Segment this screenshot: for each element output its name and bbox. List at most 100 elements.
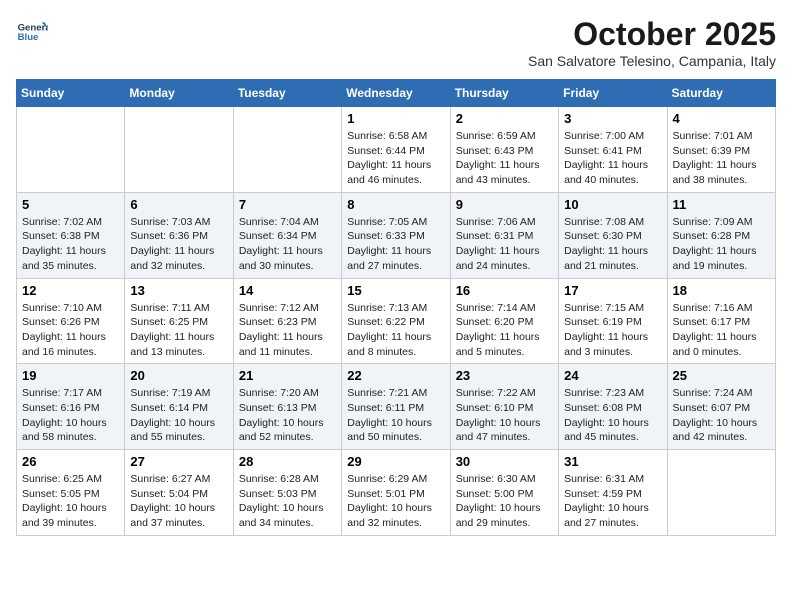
day-number: 11 <box>673 197 770 212</box>
day-cell: 30 Sunrise: 6:30 AM Sunset: 5:00 PM Dayli… <box>450 450 558 536</box>
day-number: 22 <box>347 368 444 383</box>
day-info: Sunrise: 7:21 AM Sunset: 6:11 PM Dayligh… <box>347 386 444 445</box>
day-info: Sunrise: 6:27 AM Sunset: 5:04 PM Dayligh… <box>130 472 227 531</box>
day-cell: 20Sunrise: 7:19 AM Sunset: 6:14 PM Dayli… <box>125 364 233 450</box>
col-header-tuesday: Tuesday <box>233 80 341 107</box>
day-info: Sunrise: 6:30 AM Sunset: 5:00 PM Dayligh… <box>456 472 553 531</box>
title-area: October 2025 San Salvatore Telesino, Cam… <box>528 16 776 69</box>
day-number: 3 <box>564 111 661 126</box>
day-cell: 16 Sunrise: 7:14 AM Sunset: 6:20 PM Dayli… <box>450 278 558 364</box>
day-number: 17 <box>564 283 661 298</box>
location-subtitle: San Salvatore Telesino, Campania, Italy <box>528 53 776 69</box>
day-number: 2 <box>456 111 553 126</box>
day-number: 31 <box>564 454 661 469</box>
month-title: October 2025 <box>528 16 776 53</box>
day-number: 10 <box>564 197 661 212</box>
day-cell: 22 Sunrise: 7:21 AM Sunset: 6:11 PM Dayli… <box>342 364 450 450</box>
day-number: 19 <box>22 368 119 383</box>
day-cell: 2 Sunrise: 6:59 AM Sunset: 6:43 PM Daylig… <box>450 107 558 193</box>
day-info: Sunrise: 7:12 AM Sunset: 6:23 PM Dayligh… <box>239 301 336 360</box>
day-cell <box>667 450 775 536</box>
day-cell: 15 Sunrise: 7:13 AM Sunset: 6:22 PM Dayli… <box>342 278 450 364</box>
day-cell: 8Sunrise: 7:05 AM Sunset: 6:33 PM Daylig… <box>342 192 450 278</box>
day-info: Sunrise: 7:01 AM Sunset: 6:39 PM Dayligh… <box>673 129 770 188</box>
col-header-friday: Friday <box>559 80 667 107</box>
day-number: 21 <box>239 368 336 383</box>
day-cell <box>125 107 233 193</box>
day-info: Sunrise: 6:25 AM Sunset: 5:05 PM Dayligh… <box>22 472 119 531</box>
logo: General Blue <box>16 16 48 48</box>
day-number: 9 <box>456 197 553 212</box>
day-info: Sunrise: 7:24 AM Sunset: 6:07 PM Dayligh… <box>673 386 770 445</box>
day-cell: 1 Sunrise: 6:58 AM Sunset: 6:44 PM Daylig… <box>342 107 450 193</box>
day-cell: 31Sunrise: 6:31 AM Sunset: 4:59 PM Dayli… <box>559 450 667 536</box>
day-cell: 11 Sunrise: 7:09 AM Sunset: 6:28 PM Dayli… <box>667 192 775 278</box>
day-number: 24 <box>564 368 661 383</box>
day-cell: 21Sunrise: 7:20 AM Sunset: 6:13 PM Dayli… <box>233 364 341 450</box>
day-number: 29 <box>347 454 444 469</box>
day-cell: 14 Sunrise: 7:12 AM Sunset: 6:23 PM Dayli… <box>233 278 341 364</box>
day-info: Sunrise: 7:15 AM Sunset: 6:19 PM Dayligh… <box>564 301 661 360</box>
day-info: Sunrise: 7:04 AM Sunset: 6:34 PM Dayligh… <box>239 215 336 274</box>
day-cell <box>233 107 341 193</box>
col-header-wednesday: Wednesday <box>342 80 450 107</box>
col-header-sunday: Sunday <box>17 80 125 107</box>
day-number: 28 <box>239 454 336 469</box>
day-info: Sunrise: 7:09 AM Sunset: 6:28 PM Dayligh… <box>673 215 770 274</box>
day-number: 4 <box>673 111 770 126</box>
day-info: Sunrise: 7:23 AM Sunset: 6:08 PM Dayligh… <box>564 386 661 445</box>
day-cell: 17 Sunrise: 7:15 AM Sunset: 6:19 PM Dayli… <box>559 278 667 364</box>
week-row-1: 1 Sunrise: 6:58 AM Sunset: 6:44 PM Daylig… <box>17 107 776 193</box>
day-info: Sunrise: 7:11 AM Sunset: 6:25 PM Dayligh… <box>130 301 227 360</box>
col-header-saturday: Saturday <box>667 80 775 107</box>
day-number: 1 <box>347 111 444 126</box>
week-row-3: 12 Sunrise: 7:10 AM Sunset: 6:26 PM Dayli… <box>17 278 776 364</box>
day-number: 26 <box>22 454 119 469</box>
day-number: 27 <box>130 454 227 469</box>
day-cell: 3 Sunrise: 7:00 AM Sunset: 6:41 PM Daylig… <box>559 107 667 193</box>
day-cell: 24 Sunrise: 7:23 AM Sunset: 6:08 PM Dayli… <box>559 364 667 450</box>
day-info: Sunrise: 7:00 AM Sunset: 6:41 PM Dayligh… <box>564 129 661 188</box>
header-row: SundayMondayTuesdayWednesdayThursdayFrid… <box>17 80 776 107</box>
day-cell: 19 Sunrise: 7:17 AM Sunset: 6:16 PM Dayli… <box>17 364 125 450</box>
day-number: 25 <box>673 368 770 383</box>
day-info: Sunrise: 6:29 AM Sunset: 5:01 PM Dayligh… <box>347 472 444 531</box>
day-cell: 28 Sunrise: 6:28 AM Sunset: 5:03 PM Dayli… <box>233 450 341 536</box>
day-cell: 23Sunrise: 7:22 AM Sunset: 6:10 PM Dayli… <box>450 364 558 450</box>
calendar-table: SundayMondayTuesdayWednesdayThursdayFrid… <box>16 79 776 536</box>
col-header-monday: Monday <box>125 80 233 107</box>
day-info: Sunrise: 7:14 AM Sunset: 6:20 PM Dayligh… <box>456 301 553 360</box>
day-cell: 9Sunrise: 7:06 AM Sunset: 6:31 PM Daylig… <box>450 192 558 278</box>
day-info: Sunrise: 6:28 AM Sunset: 5:03 PM Dayligh… <box>239 472 336 531</box>
day-cell: 6Sunrise: 7:03 AM Sunset: 6:36 PM Daylig… <box>125 192 233 278</box>
day-info: Sunrise: 7:05 AM Sunset: 6:33 PM Dayligh… <box>347 215 444 274</box>
day-info: Sunrise: 7:17 AM Sunset: 6:16 PM Dayligh… <box>22 386 119 445</box>
day-cell: 26 Sunrise: 6:25 AM Sunset: 5:05 PM Dayli… <box>17 450 125 536</box>
day-cell: 10Sunrise: 7:08 AM Sunset: 6:30 PM Dayli… <box>559 192 667 278</box>
day-number: 18 <box>673 283 770 298</box>
day-number: 7 <box>239 197 336 212</box>
day-info: Sunrise: 6:59 AM Sunset: 6:43 PM Dayligh… <box>456 129 553 188</box>
day-number: 14 <box>239 283 336 298</box>
day-number: 12 <box>22 283 119 298</box>
day-cell: 5Sunrise: 7:02 AM Sunset: 6:38 PM Daylig… <box>17 192 125 278</box>
day-info: Sunrise: 7:22 AM Sunset: 6:10 PM Dayligh… <box>456 386 553 445</box>
day-info: Sunrise: 6:58 AM Sunset: 6:44 PM Dayligh… <box>347 129 444 188</box>
day-number: 13 <box>130 283 227 298</box>
logo-icon: General Blue <box>16 16 48 48</box>
day-number: 15 <box>347 283 444 298</box>
day-cell: 27 Sunrise: 6:27 AM Sunset: 5:04 PM Dayli… <box>125 450 233 536</box>
page-header: General Blue October 2025 San Salvatore … <box>16 16 776 69</box>
col-header-thursday: Thursday <box>450 80 558 107</box>
day-number: 30 <box>456 454 553 469</box>
day-info: Sunrise: 7:16 AM Sunset: 6:17 PM Dayligh… <box>673 301 770 360</box>
day-number: 20 <box>130 368 227 383</box>
day-cell: 25 Sunrise: 7:24 AM Sunset: 6:07 PM Dayli… <box>667 364 775 450</box>
svg-text:Blue: Blue <box>18 32 39 43</box>
day-number: 16 <box>456 283 553 298</box>
day-cell: 18 Sunrise: 7:16 AM Sunset: 6:17 PM Dayli… <box>667 278 775 364</box>
day-number: 5 <box>22 197 119 212</box>
day-cell: 7 Sunrise: 7:04 AM Sunset: 6:34 PM Daylig… <box>233 192 341 278</box>
day-info: Sunrise: 7:13 AM Sunset: 6:22 PM Dayligh… <box>347 301 444 360</box>
day-info: Sunrise: 7:10 AM Sunset: 6:26 PM Dayligh… <box>22 301 119 360</box>
